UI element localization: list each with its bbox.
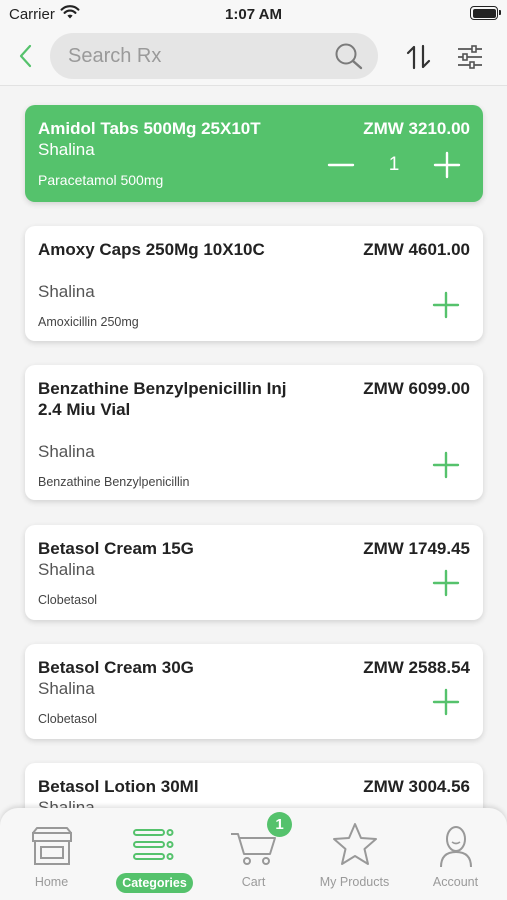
tab-my-products[interactable]: My Products [304, 808, 405, 900]
status-bar: Carrier 1:07 AM [0, 0, 507, 28]
product-name: Betasol Lotion 30Ml [38, 777, 199, 796]
tab-label: Account [432, 875, 479, 889]
product-card[interactable]: Betasol Lotion 30Ml ZMW 3004.56 Shalina [25, 763, 483, 808]
minus-button[interactable] [326, 150, 356, 180]
add-to-cart-button[interactable] [431, 290, 461, 320]
product-card-selected[interactable]: Amidol Tabs 500Mg 25X10T ZMW 3210.00 Sha… [25, 105, 483, 202]
add-to-cart-button[interactable] [431, 450, 461, 480]
product-name: Benzathine Benzylpenicillin Inj 2.4 Miu … [38, 379, 287, 419]
user-icon [440, 826, 472, 868]
star-icon [333, 823, 377, 865]
product-price: ZMW 3004.56 [363, 777, 470, 796]
product-list[interactable]: Amidol Tabs 500Mg 25X10T ZMW 3210.00 Sha… [0, 86, 507, 808]
add-to-cart-button[interactable] [431, 687, 461, 717]
tab-label: Home [34, 875, 69, 889]
product-brand: Shalina [38, 442, 95, 461]
product-price: ZMW 1749.45 [363, 539, 470, 558]
product-name: Amidol Tabs 500Mg 25X10T [38, 119, 261, 138]
status-time: 1:07 AM [225, 6, 282, 23]
product-brand: Shalina [38, 560, 95, 579]
battery-icon [470, 6, 501, 20]
product-price: ZMW 4601.00 [363, 240, 470, 259]
product-brand: Shalina [38, 140, 95, 159]
tab-home[interactable]: Home [1, 808, 102, 900]
cart-count-badge: 1 [267, 812, 292, 837]
quantity-stepper: 1 [326, 150, 462, 180]
tab-cart[interactable]: 1 Cart [203, 808, 304, 900]
product-card[interactable]: Betasol Cream 15G ZMW 1749.45 Shalina Cl… [25, 525, 483, 620]
plus-button[interactable] [432, 150, 462, 180]
tab-account[interactable]: Account [405, 808, 506, 900]
product-generic: Paracetamol 500mg [38, 172, 164, 188]
quantity-value: 1 [388, 154, 400, 175]
product-generic: Benzathine Benzylpenicillin [38, 475, 190, 489]
bottom-tab-bar: Home Categories 1 Cart My Products Accou… [0, 808, 507, 900]
product-brand: Shalina [38, 282, 95, 301]
tab-label: Categories [116, 873, 193, 893]
product-name: Betasol Cream 30G [38, 658, 194, 677]
product-brand: Shalina [38, 679, 95, 698]
tab-categories[interactable]: Categories [102, 808, 203, 900]
product-price: ZMW 3210.00 [363, 119, 470, 138]
tab-label: Cart [241, 875, 266, 889]
sort-icon[interactable] [404, 43, 434, 71]
add-to-cart-button[interactable] [431, 568, 461, 598]
product-generic: Amoxicillin 250mg [38, 315, 139, 329]
header [0, 28, 507, 86]
filter-icon[interactable] [455, 43, 485, 71]
product-card[interactable]: Benzathine Benzylpenicillin Inj 2.4 Miu … [25, 365, 483, 500]
list-icon [133, 829, 174, 860]
product-name: Amoxy Caps 250Mg 10X10C [38, 240, 265, 259]
product-price: ZMW 6099.00 [363, 379, 470, 398]
product-brand: Shalina [38, 798, 95, 808]
product-generic: Clobetasol [38, 593, 98, 607]
search-icon[interactable] [334, 42, 364, 70]
store-icon [32, 827, 72, 865]
search-input[interactable] [68, 33, 328, 79]
product-generic: Clobetasol [38, 712, 98, 726]
back-button[interactable] [14, 42, 38, 70]
product-name: Betasol Cream 15G [38, 539, 194, 558]
product-price: ZMW 2588.54 [363, 658, 470, 677]
tab-label: My Products [319, 875, 390, 889]
product-card[interactable]: Amoxy Caps 250Mg 10X10C ZMW 4601.00 Shal… [25, 226, 483, 341]
search-bar [50, 33, 378, 79]
product-card[interactable]: Betasol Cream 30G ZMW 2588.54 Shalina Cl… [25, 644, 483, 739]
